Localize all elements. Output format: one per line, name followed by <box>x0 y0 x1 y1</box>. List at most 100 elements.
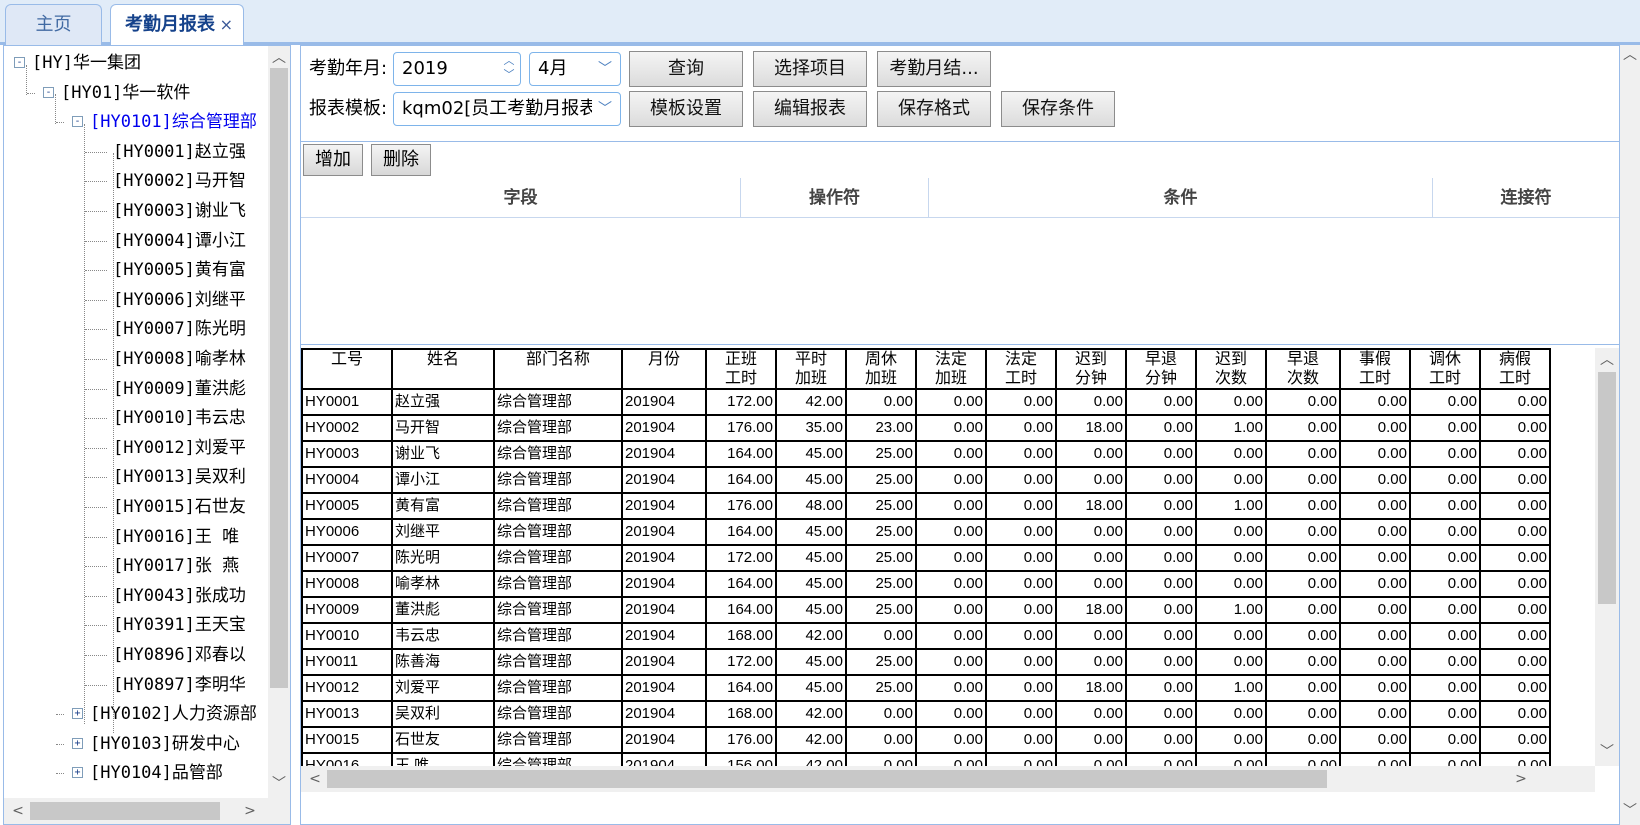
table-cell[interactable]: 0.00 <box>1195 648 1267 676</box>
table-cell[interactable]: 0.00 <box>1409 726 1481 754</box>
table-cell[interactable]: 0.00 <box>915 622 987 650</box>
table-cell[interactable]: 刘爱平 <box>391 674 495 702</box>
table-cell[interactable]: 0.00 <box>1125 726 1197 754</box>
table-cell[interactable]: 0.00 <box>1265 440 1341 468</box>
table-cell[interactable]: 0.00 <box>1339 752 1411 766</box>
table-cell[interactable]: 0.00 <box>915 752 987 766</box>
table-cell[interactable]: 0.00 <box>1479 544 1551 572</box>
table-cell[interactable]: 0.00 <box>915 596 987 624</box>
table-cell[interactable]: 0.00 <box>1409 674 1481 702</box>
table-cell[interactable]: 0.00 <box>1265 700 1341 728</box>
table-cell[interactable]: 0.00 <box>1195 518 1267 546</box>
table-cell[interactable]: 45.00 <box>775 648 847 676</box>
grid-column-header[interactable]: 法定 加班 <box>915 348 987 390</box>
table-cell[interactable]: 0.00 <box>1409 388 1481 416</box>
table-cell[interactable]: 201904 <box>621 388 707 416</box>
table-cell[interactable]: 176.00 <box>705 726 777 754</box>
table-cell[interactable]: 201904 <box>621 544 707 572</box>
table-cell[interactable]: 0.00 <box>845 752 917 766</box>
table-cell[interactable]: 0.00 <box>985 388 1057 416</box>
table-cell[interactable]: 18.00 <box>1055 596 1127 624</box>
tab-attendance-report[interactable]: 考勤月报表 × <box>110 4 244 46</box>
table-cell[interactable]: 综合管理部 <box>493 440 623 468</box>
table-cell[interactable]: 0.00 <box>985 492 1057 520</box>
table-cell[interactable]: 201904 <box>621 726 707 754</box>
table-cell[interactable]: 23.00 <box>845 414 917 442</box>
table-cell[interactable]: 0.00 <box>1479 596 1551 624</box>
table-cell[interactable]: 0.00 <box>1339 492 1411 520</box>
grid-column-header[interactable]: 迟到 分钟 <box>1055 348 1127 390</box>
table-cell[interactable]: 0.00 <box>985 622 1057 650</box>
table-cell[interactable]: 45.00 <box>775 466 847 494</box>
table-cell[interactable]: 马开智 <box>391 414 495 442</box>
table-row[interactable]: HY0005 黄有富 综合管理部 201904 176.00 48.00 25.00 0.00… <box>301 492 1551 520</box>
table-cell[interactable]: 喻孝林 <box>391 570 495 598</box>
table-cell[interactable]: 0.00 <box>1265 492 1341 520</box>
table-cell[interactable]: 0.00 <box>1055 570 1127 598</box>
table-cell[interactable]: 25.00 <box>845 440 917 468</box>
table-cell[interactable]: 0.00 <box>1265 414 1341 442</box>
table-cell[interactable]: 0.00 <box>1125 518 1197 546</box>
table-cell[interactable]: 42.00 <box>775 726 847 754</box>
table-row[interactable]: HY0012 刘爱平 综合管理部 201904 164.00 45.00 25.00 0.00… <box>301 674 1551 702</box>
table-cell[interactable]: 201904 <box>621 752 707 766</box>
table-cell[interactable]: 0.00 <box>1339 700 1411 728</box>
table-cell[interactable]: 0.00 <box>1055 466 1127 494</box>
table-cell[interactable]: 168.00 <box>705 622 777 650</box>
table-row[interactable]: HY0015 石世友 综合管理部 201904 176.00 42.00 0.00 0.00 0… <box>301 726 1551 754</box>
table-cell[interactable]: 45.00 <box>775 674 847 702</box>
table-cell[interactable]: 0.00 <box>915 726 987 754</box>
table-cell[interactable]: 0.00 <box>1055 726 1127 754</box>
table-cell[interactable]: 0.00 <box>1409 466 1481 494</box>
table-cell[interactable]: 0.00 <box>1265 648 1341 676</box>
table-cell[interactable]: 0.00 <box>915 492 987 520</box>
table-cell[interactable]: HY0010 <box>301 622 393 650</box>
edit-report-button[interactable]: 编辑报表 <box>753 91 867 127</box>
table-cell[interactable]: 0.00 <box>1125 648 1197 676</box>
table-cell[interactable]: 0.00 <box>1479 752 1551 766</box>
table-cell[interactable]: HY0008 <box>301 570 393 598</box>
table-cell[interactable]: 201904 <box>621 674 707 702</box>
condition-col-field[interactable]: 字段 <box>301 178 741 218</box>
table-cell[interactable]: 1.00 <box>1195 674 1267 702</box>
table-cell[interactable]: 0.00 <box>1339 622 1411 650</box>
table-cell[interactable]: 25.00 <box>845 674 917 702</box>
table-cell[interactable]: 25.00 <box>845 648 917 676</box>
grid-vertical-scrollbar[interactable]: ︿ ﹀ <box>1595 348 1619 766</box>
table-cell[interactable]: 陈光明 <box>391 544 495 572</box>
table-cell[interactable]: 0.00 <box>1125 622 1197 650</box>
table-cell[interactable]: 0.00 <box>1409 700 1481 728</box>
table-row[interactable]: HY0003 谢业飞 综合管理部 201904 164.00 45.00 25.00 0.00… <box>301 440 1551 468</box>
table-cell[interactable]: 0.00 <box>1195 752 1267 766</box>
table-cell[interactable]: 综合管理部 <box>493 622 623 650</box>
table-cell[interactable]: 42.00 <box>775 700 847 728</box>
save-condition-button[interactable]: 保存条件 <box>1001 91 1115 127</box>
table-cell[interactable]: 0.00 <box>1409 440 1481 468</box>
table-cell[interactable]: 0.00 <box>1055 622 1127 650</box>
table-cell[interactable]: 0.00 <box>1265 596 1341 624</box>
chevron-right-icon[interactable]: > <box>1511 769 1531 789</box>
table-cell[interactable]: 0.00 <box>1339 726 1411 754</box>
table-cell[interactable]: 0.00 <box>1265 674 1341 702</box>
table-cell[interactable]: 0.00 <box>1265 466 1341 494</box>
table-cell[interactable]: 0.00 <box>1339 674 1411 702</box>
table-cell[interactable]: 25.00 <box>845 466 917 494</box>
table-cell[interactable]: 0.00 <box>1265 544 1341 572</box>
select-items-button[interactable]: 选择项目 <box>753 51 867 87</box>
table-cell[interactable]: 0.00 <box>1265 518 1341 546</box>
chevron-right-icon[interactable]: > <box>240 801 260 821</box>
table-cell[interactable]: 0.00 <box>1055 648 1127 676</box>
table-cell[interactable]: 0.00 <box>985 570 1057 598</box>
table-cell[interactable]: 0.00 <box>1195 726 1267 754</box>
table-cell[interactable]: 201904 <box>621 700 707 728</box>
table-cell[interactable]: 172.00 <box>705 544 777 572</box>
table-cell[interactable]: 0.00 <box>1339 414 1411 442</box>
table-cell[interactable]: 0.00 <box>1125 544 1197 572</box>
table-cell[interactable]: 0.00 <box>1409 648 1481 676</box>
table-cell[interactable]: HY0016 <box>301 752 393 766</box>
table-cell[interactable]: 0.00 <box>1265 570 1341 598</box>
table-cell[interactable]: 综合管理部 <box>493 492 623 520</box>
page-vertical-scrollbar[interactable]: ︿ ﹀ <box>1620 45 1640 825</box>
table-cell[interactable]: 172.00 <box>705 648 777 676</box>
table-cell[interactable]: 0.00 <box>1125 466 1197 494</box>
